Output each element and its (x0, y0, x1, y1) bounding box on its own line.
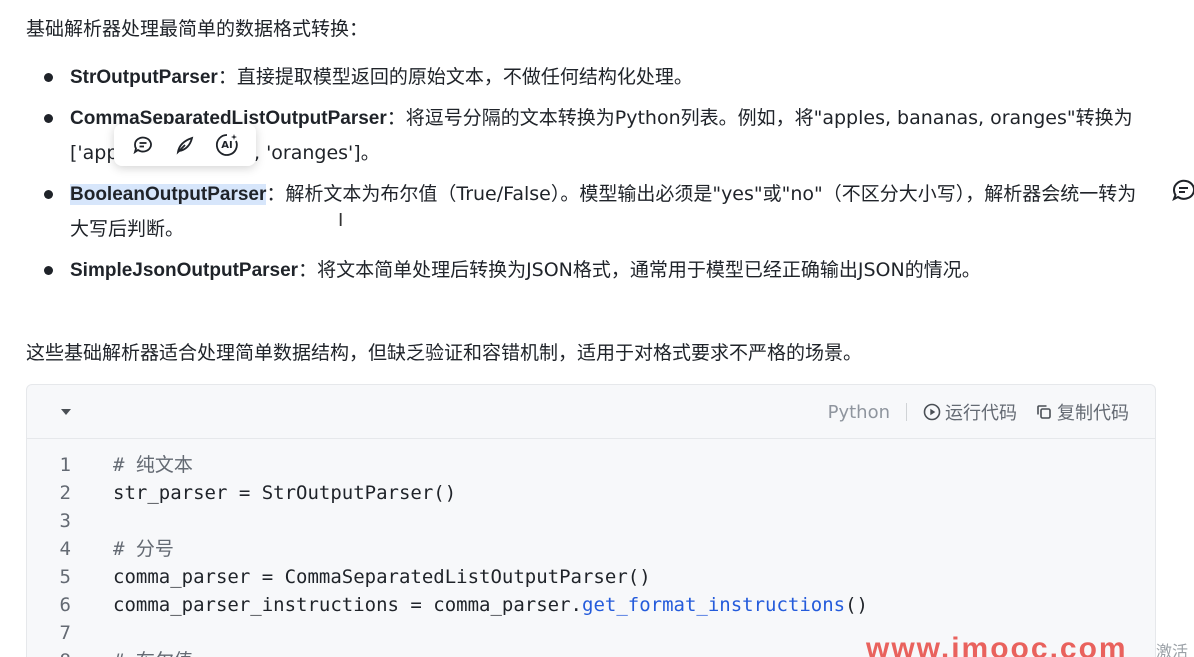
code-body[interactable]: 1 # 纯文本 2 str_parser = StrOutputParser() 3… (27, 439, 1155, 657)
line-number: 8 (27, 647, 75, 657)
pen-icon (176, 136, 194, 155)
caret-down-icon (61, 409, 71, 415)
list-item: StrOutputParser：直接提取模型返回的原始文本，不做任何结构化处理。 (40, 60, 1150, 95)
selected-parser-name[interactable]: BooleanOutputParser (70, 184, 267, 205)
code-line: 6 comma_parser_instructions = comma_parse… (27, 591, 1155, 619)
parser-desc: ：将文本简单处理后转换为JSON格式，通常用于模型已经正确输出JSON的情况。 (298, 259, 981, 281)
intro-text: 基础解析器处理最简单的数据格式转换： (26, 18, 369, 40)
code-text: comma_parser_instructions = comma_parser… (75, 591, 868, 619)
text-cursor-icon: I (338, 210, 344, 231)
ai-icon (215, 134, 238, 156)
code-block-header: Python 运行代码 复制代码 (27, 385, 1155, 439)
comment-button[interactable] (128, 130, 158, 160)
play-icon (923, 403, 941, 421)
code-text: # 分号 (113, 538, 174, 560)
highlight-button[interactable] (170, 130, 200, 160)
code-text: comma_parser = CommaSeparatedListOutputP… (113, 566, 651, 588)
side-comment-button[interactable] (1172, 178, 1194, 204)
code-text: str_parser = StrOutputParser() (113, 482, 457, 504)
comment-icon (1172, 179, 1194, 202)
code-line: 3 (27, 507, 1155, 535)
run-code-label: 运行代码 (945, 403, 1017, 424)
line-number: 6 (59, 594, 71, 616)
copy-code-label: 复制代码 (1057, 403, 1129, 424)
ai-button[interactable]: AI (212, 130, 242, 160)
code-line: 4 # 分号 (27, 535, 1155, 563)
code-block: Python 运行代码 复制代码 1 # 纯文本 2 str_parser = St… (26, 384, 1156, 657)
code-line: 1 # 纯文本 (27, 451, 1155, 479)
divider (906, 403, 907, 421)
parser-name: SimpleJsonOutputParser (70, 260, 299, 281)
code-segment: () (845, 594, 868, 616)
line-number: 2 (59, 482, 71, 504)
watermark: www.imooc.com (866, 632, 1128, 657)
selection-toolbar: AI (114, 124, 256, 166)
line-number: 4 (59, 538, 71, 560)
parser-name: StrOutputParser (70, 67, 218, 88)
comment-icon (133, 136, 152, 155)
copy-icon (1037, 405, 1051, 419)
code-line: 5 comma_parser = CommaSeparatedListOutput… (27, 563, 1155, 591)
code-text: # 纯文本 (113, 454, 193, 476)
collapse-button[interactable] (59, 405, 73, 419)
list-item: BooleanOutputParser：解析文本为布尔值（True/False）… (40, 177, 1150, 247)
copy-code-button[interactable]: 复制代码 (1035, 399, 1129, 425)
code-line: 2 str_parser = StrOutputParser() (27, 479, 1155, 507)
code-text: # 布尔值 (75, 647, 193, 657)
line-number: 7 (59, 622, 71, 644)
run-code-button[interactable]: 运行代码 (923, 399, 1017, 425)
line-number: 1 (59, 454, 71, 476)
activate-text: 激活 (1156, 642, 1189, 657)
list-item: SimpleJsonOutputParser：将文本简单处理后转换为JSON格式… (40, 253, 1150, 288)
function-call: get_format_instructions (582, 594, 846, 616)
parser-desc: ：直接提取模型返回的原始文本，不做任何结构化处理。 (217, 66, 693, 88)
line-number: 5 (59, 566, 71, 588)
summary-text: 这些基础解析器适合处理简单数据结构，但缺乏验证和容错机制，适用于对格式要求不严格… (26, 342, 863, 364)
parser-list: StrOutputParser：直接提取模型返回的原始文本，不做任何结构化处理。… (40, 60, 1150, 294)
line-number: 3 (59, 510, 71, 532)
code-language[interactable]: Python (828, 402, 890, 423)
code-segment: comma_parser_instructions = comma_parser… (113, 594, 582, 616)
